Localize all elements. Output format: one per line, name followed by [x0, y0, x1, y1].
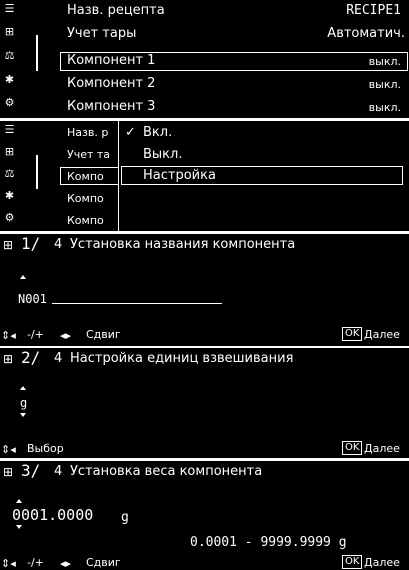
step1-screen: ⊞ 1/ 4 Установка названия компонента N00…	[0, 234, 409, 346]
recipe-name-label[interactable]: Назв. рецепта	[67, 2, 165, 19]
component-2-label: Компо	[67, 192, 104, 205]
option-settings[interactable]: Настройка	[143, 167, 216, 184]
step-total: 4	[54, 351, 63, 366]
unit-value[interactable]: g	[20, 395, 27, 412]
component-2-value: выкл.	[368, 78, 401, 91]
select-hint: Выбор	[27, 442, 64, 455]
tree-bracket	[36, 35, 38, 71]
gear-icon[interactable]: ✱	[3, 73, 16, 86]
step-total: 4	[54, 464, 63, 479]
step-title: Установка веса компонента	[70, 464, 263, 479]
component-3-label[interactable]: Компонент 3	[67, 98, 155, 115]
step3-screen: ⊞ 3/ 4 Установка веса компонента 0001.00…	[0, 461, 409, 570]
name-field-underline	[52, 303, 222, 304]
nav-keys-icon: ⇕◂	[1, 443, 16, 456]
list-icon[interactable]: ☰	[3, 123, 16, 136]
tare-value: Автоматич.	[327, 26, 405, 41]
calculator-icon[interactable]: ⊞	[3, 25, 16, 38]
cursor-up-icon	[16, 499, 22, 503]
component-1-label[interactable]: Компонент 1	[67, 52, 155, 69]
next-hint: Далее	[364, 556, 400, 569]
weight-range: 0.0001 - 9999.9999 g	[190, 535, 347, 550]
nav-keys-icon: ⇕◂	[1, 557, 16, 570]
shift-keys-icon: ◂▸	[60, 329, 72, 342]
step-title: Настройка единиц взвешивания	[70, 351, 294, 366]
user-settings-icon[interactable]: ⚙	[3, 96, 16, 109]
calculator-icon: ⊞	[3, 352, 14, 366]
options-popup: ✓ Вкл. Выкл. Настройка	[118, 121, 409, 231]
recipe-name-label: Назв. р	[67, 126, 109, 139]
cursor-down-icon	[20, 413, 26, 417]
nav-keys-icon: ⇕◂	[1, 329, 16, 342]
step2-screen: ⊞ 2/ 4 Настройка единиц взвешивания g ⇕◂…	[0, 348, 409, 458]
ok-key[interactable]: OK	[342, 555, 363, 569]
component-1-value: выкл.	[368, 55, 401, 68]
next-hint: Далее	[364, 442, 400, 455]
calculator-icon: ⊞	[3, 238, 14, 252]
cursor-down-icon	[16, 525, 22, 529]
cursor-up-icon	[20, 275, 26, 279]
check-icon: ✓	[125, 125, 136, 140]
next-hint: Далее	[364, 328, 400, 341]
plus-minus-hint: -/+	[27, 556, 44, 569]
plus-minus-hint: -/+	[27, 328, 44, 341]
weigh-settings-icon[interactable]: ⚖	[3, 49, 16, 62]
recipe-menu-screen: ☰ ⊞ ⚖ ✱ ⚙ Назв. рецепта RECIPE1 Учет тар…	[0, 0, 409, 118]
component-1-label: Компо	[67, 170, 104, 183]
component-popup-screen: ☰ ⊞ ⚖ ✱ ⚙ Назв. р Учет та Компо Компо Ко…	[0, 121, 409, 231]
weigh-settings-icon[interactable]: ⚖	[3, 167, 16, 180]
weight-unit: g	[121, 510, 129, 525]
shift-keys-icon: ◂▸	[60, 557, 72, 570]
step-number: 3/	[21, 461, 41, 480]
tare-label: Учет та	[67, 148, 111, 161]
user-settings-icon[interactable]: ⚙	[3, 211, 16, 224]
component-2-label[interactable]: Компонент 2	[67, 75, 155, 92]
component-3-value: выкл.	[368, 101, 401, 114]
calculator-icon: ⊞	[3, 465, 14, 479]
cursor-up-icon	[20, 386, 26, 390]
shift-hint: Сдвиг	[86, 556, 121, 569]
tree-bracket	[36, 155, 38, 189]
tare-label[interactable]: Учет тары	[67, 25, 136, 42]
step-number: 2/	[21, 348, 41, 367]
shift-hint: Сдвиг	[86, 328, 121, 341]
option-off[interactable]: Выкл.	[143, 146, 182, 163]
calculator-icon[interactable]: ⊞	[3, 145, 16, 158]
option-on[interactable]: Вкл.	[143, 124, 172, 141]
list-icon[interactable]: ☰	[3, 2, 16, 15]
name-value[interactable]: N001	[18, 291, 47, 308]
ok-key[interactable]: OK	[342, 327, 363, 341]
gear-icon[interactable]: ✱	[3, 189, 16, 202]
recipe-name-value: RECIPE1	[346, 3, 401, 18]
step-total: 4	[54, 237, 63, 252]
weight-value[interactable]: 0001.0000	[12, 507, 93, 524]
ok-key[interactable]: OK	[342, 441, 363, 455]
step-number: 1/	[21, 234, 41, 253]
component-3-label: Компо	[67, 214, 104, 227]
step-title: Установка названия компонента	[70, 237, 296, 252]
